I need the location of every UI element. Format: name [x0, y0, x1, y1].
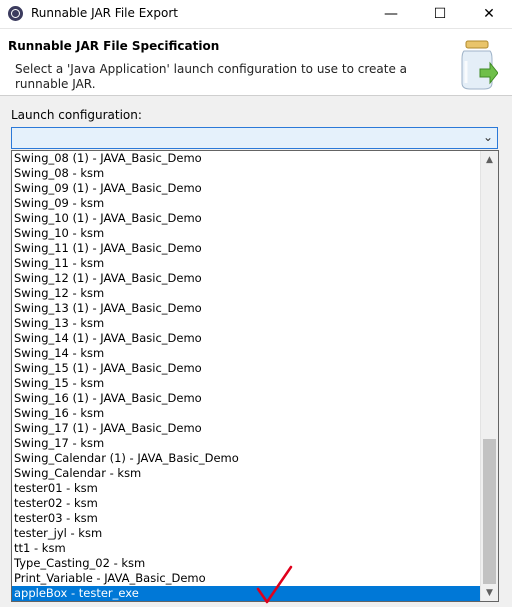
list-item[interactable]: Swing_09 - ksm	[12, 196, 482, 211]
launch-configuration-label: Launch configuration:	[11, 108, 142, 122]
dropdown-scrollbar[interactable]: ▲ ▼	[480, 151, 498, 601]
minimize-button[interactable]: —	[368, 0, 414, 28]
list-item[interactable]: tester_jyl - ksm	[12, 526, 482, 541]
list-item[interactable]: Swing_17 - ksm	[12, 436, 482, 451]
list-item[interactable]: tester03 - ksm	[12, 511, 482, 526]
list-item[interactable]: Swing_Calendar (1) - JAVA_Basic_Demo	[12, 451, 482, 466]
scroll-down-icon[interactable]: ▼	[481, 584, 498, 601]
list-item[interactable]: Swing_16 (1) - JAVA_Basic_Demo	[12, 391, 482, 406]
list-item[interactable]: Swing_08 (1) - JAVA_Basic_Demo	[12, 151, 482, 166]
window-title: Runnable JAR File Export	[31, 6, 178, 20]
maximize-button[interactable]: ☐	[417, 0, 463, 28]
configuration-list: Swing_08 (1) - JAVA_Basic_Demo Swing_08 -…	[12, 151, 482, 601]
list-item[interactable]: Swing_11 (1) - JAVA_Basic_Demo	[12, 241, 482, 256]
list-item[interactable]: Swing_08 - ksm	[12, 166, 482, 181]
list-item[interactable]: Swing_13 (1) - JAVA_Basic_Demo	[12, 301, 482, 316]
eclipse-app-icon	[8, 6, 23, 21]
list-item[interactable]: appleBox - tester_exe	[12, 586, 482, 601]
list-item[interactable]: tt1 - ksm	[12, 541, 482, 556]
list-item[interactable]: Print_Variable - JAVA_Basic_Demo	[12, 571, 482, 586]
title-bar: Runnable JAR File Export — ☐ ✕	[0, 0, 512, 29]
list-item[interactable]: Swing_Calendar - ksm	[12, 466, 482, 481]
list-item[interactable]: Swing_14 (1) - JAVA_Basic_Demo	[12, 331, 482, 346]
close-button[interactable]: ✕	[466, 0, 512, 28]
list-item[interactable]: Swing_10 - ksm	[12, 226, 482, 241]
page-description: Select a 'Java Application' launch confi…	[15, 62, 407, 91]
list-item[interactable]: Swing_10 (1) - JAVA_Basic_Demo	[12, 211, 482, 226]
list-item[interactable]: Swing_15 (1) - JAVA_Basic_Demo	[12, 361, 482, 376]
list-item[interactable]: Swing_15 - ksm	[12, 376, 482, 391]
chevron-down-icon[interactable]: ⌄	[483, 130, 493, 144]
list-item[interactable]: Swing_17 (1) - JAVA_Basic_Demo	[12, 421, 482, 436]
list-item[interactable]: Swing_12 (1) - JAVA_Basic_Demo	[12, 271, 482, 286]
list-item[interactable]: tester01 - ksm	[12, 481, 482, 496]
list-item[interactable]: Swing_11 - ksm	[12, 256, 482, 271]
list-item[interactable]: tester02 - ksm	[12, 496, 482, 511]
page-title: Runnable JAR File Specification	[8, 39, 220, 53]
list-item[interactable]: Type_Casting_02 - ksm	[12, 556, 482, 571]
launch-configuration-dropdown[interactable]: Swing_08 (1) - JAVA_Basic_Demo Swing_08 -…	[11, 150, 499, 602]
list-item[interactable]: Swing_09 (1) - JAVA_Basic_Demo	[12, 181, 482, 196]
jar-export-icon	[461, 40, 498, 90]
list-item[interactable]: Swing_12 - ksm	[12, 286, 482, 301]
scrollbar-thumb[interactable]	[483, 439, 496, 584]
launch-configuration-combo[interactable]: ⌄	[11, 127, 498, 149]
list-item[interactable]: Swing_13 - ksm	[12, 316, 482, 331]
scroll-up-icon[interactable]: ▲	[481, 151, 498, 168]
list-item[interactable]: Swing_16 - ksm	[12, 406, 482, 421]
red-checkmark-icon	[256, 565, 293, 604]
wizard-header: Runnable JAR File Specification Select a…	[0, 29, 512, 96]
list-item[interactable]: Swing_14 - ksm	[12, 346, 482, 361]
